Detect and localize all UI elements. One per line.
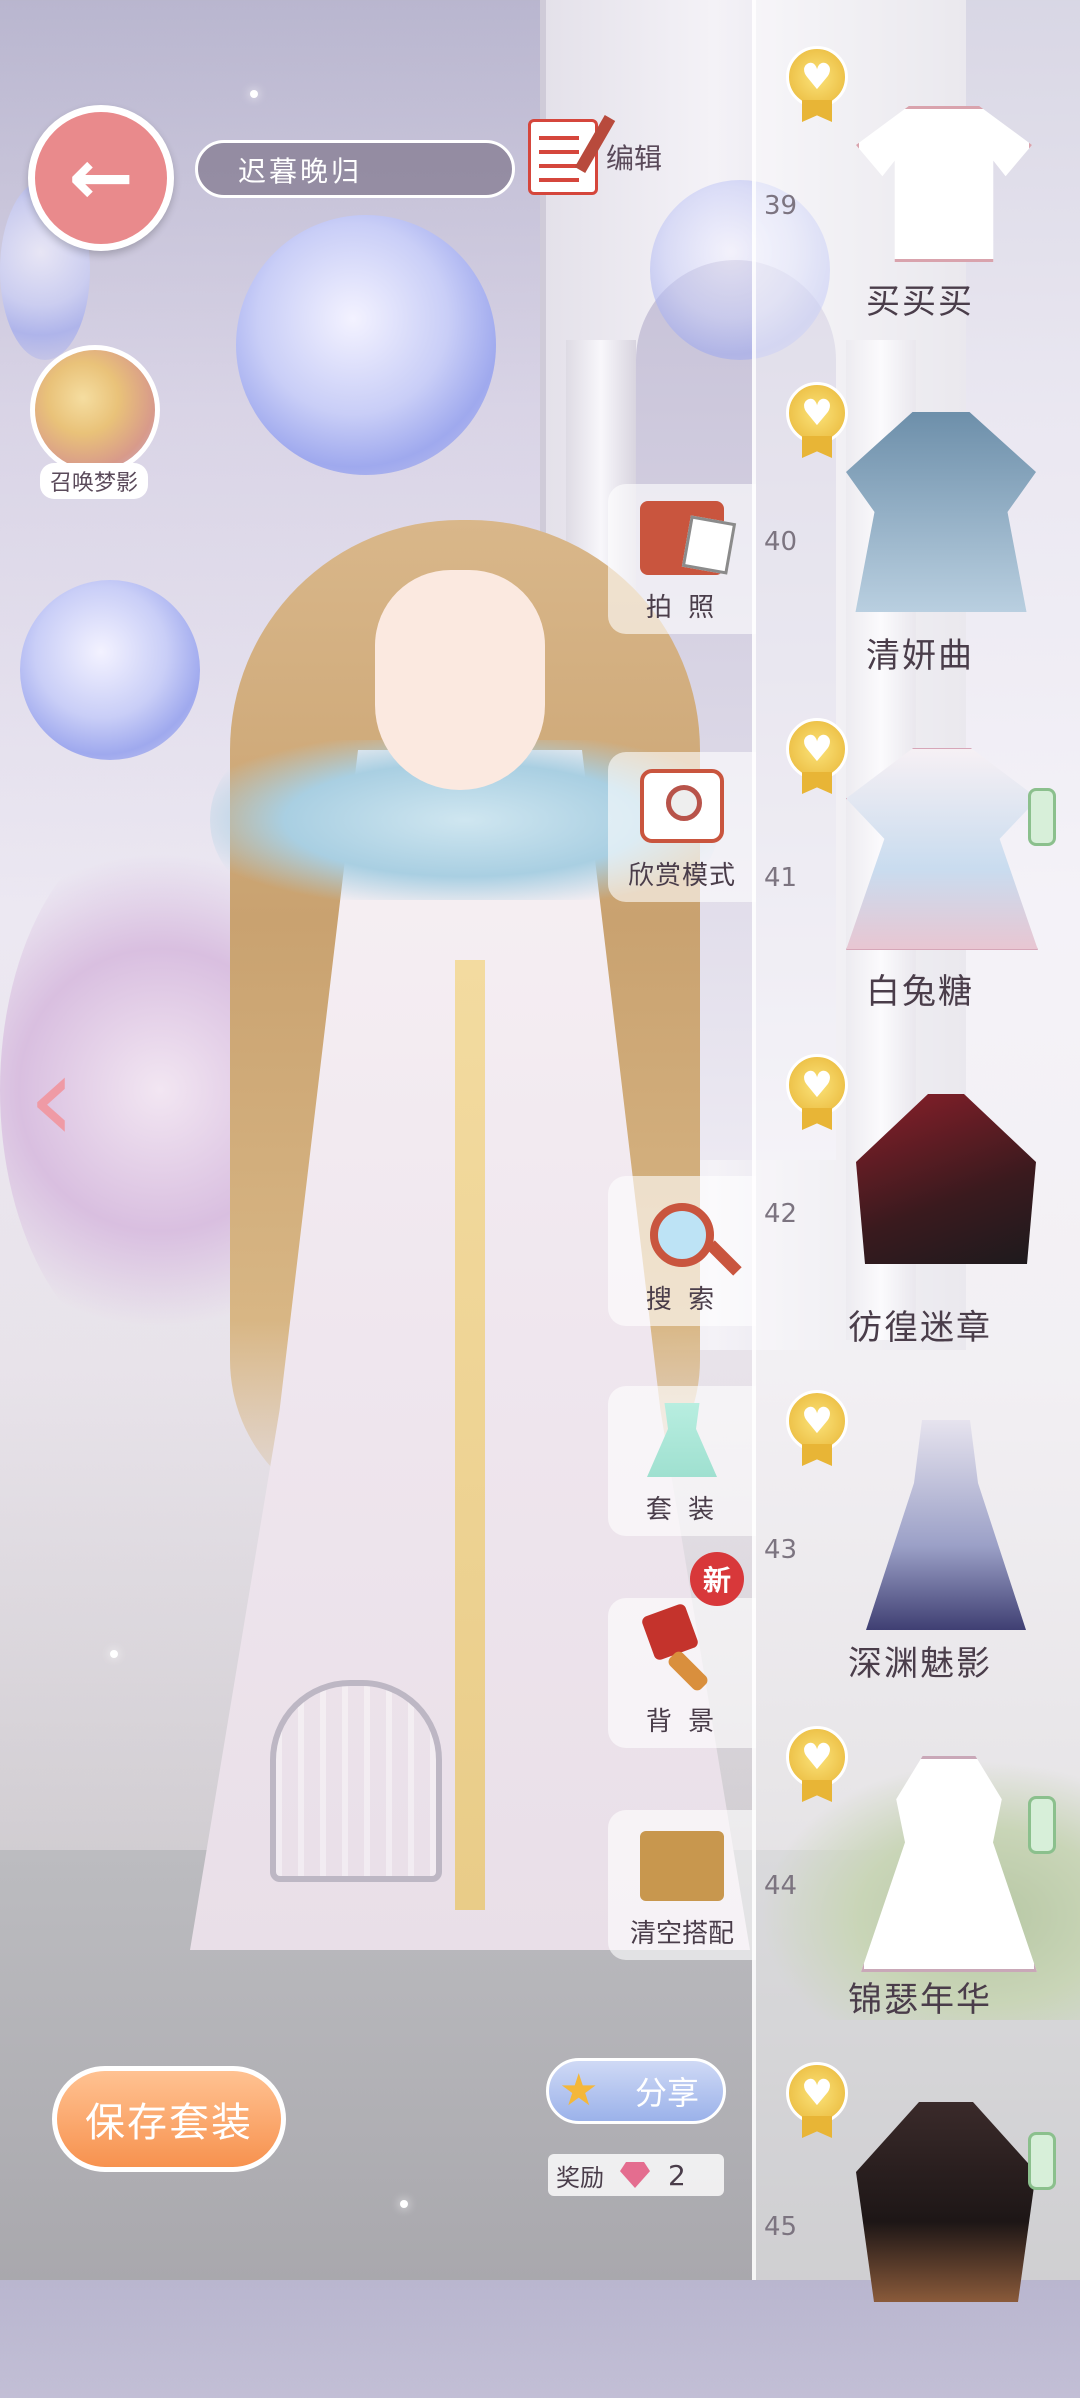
twin-avatar-icon bbox=[30, 345, 160, 475]
notepad-pencil-icon bbox=[528, 119, 598, 195]
outfit-name: 清妍曲 bbox=[866, 636, 974, 676]
search-button[interactable]: 搜 索 bbox=[608, 1176, 756, 1326]
outfit-name: 白兔糖 bbox=[866, 972, 974, 1012]
save-outfit-button[interactable]: 保存套装 bbox=[52, 2066, 286, 2172]
photo-album-icon bbox=[640, 501, 724, 575]
share-label: 分享 bbox=[634, 2074, 699, 2112]
chevron-left-icon[interactable]: ‹ bbox=[28, 1040, 76, 1160]
outfit-number: 40 bbox=[764, 527, 798, 557]
outfit-thumbnail bbox=[836, 1420, 1046, 1630]
new-badge: 新 bbox=[690, 1552, 744, 1606]
outfit-name-field[interactable]: 迟暮晚归 bbox=[195, 140, 515, 198]
summon-dream-shadow-button[interactable]: 召唤梦影 bbox=[30, 345, 170, 505]
potion-bottle-icon bbox=[1028, 1796, 1056, 1854]
outfit-name: 锦瑟年华 bbox=[848, 1980, 992, 2020]
outfit-name: 深渊魅影 bbox=[848, 1644, 992, 1684]
magnifier-icon bbox=[650, 1203, 714, 1267]
white-blouse-thumbnail bbox=[856, 106, 1032, 262]
reward-count: 2 bbox=[668, 2158, 686, 2192]
outfit-list-item[interactable]: ♥ 45 bbox=[756, 2062, 1080, 2398]
character-ribbon bbox=[455, 960, 485, 1910]
blue-dress-thumbnail bbox=[846, 412, 1036, 612]
dress-icon bbox=[647, 1403, 717, 1477]
sparkle bbox=[110, 1650, 118, 1658]
suit-label: 套 装 bbox=[645, 1495, 719, 1525]
edit-label: 编辑 bbox=[606, 142, 663, 175]
save-outfit-label: 保存套装 bbox=[85, 2100, 253, 2146]
potion-bottle-icon bbox=[1028, 2132, 1056, 2190]
red-cape-thumbnail bbox=[856, 1094, 1036, 1264]
appreciate-mode-button[interactable]: 欣赏模式 bbox=[608, 752, 756, 902]
outfit-list-item[interactable]: ♥ 40 清妍曲 bbox=[756, 382, 1080, 718]
background-button[interactable]: 背 景 bbox=[608, 1598, 756, 1748]
wardrobe-box-icon bbox=[640, 1831, 724, 1901]
outfit-list-item[interactable]: ♥ 42 彷徨迷章 bbox=[756, 1054, 1080, 1390]
clear-outfit-button[interactable]: 清空搭配 bbox=[608, 1810, 756, 1960]
outfit-thumbnail bbox=[836, 748, 1046, 950]
clear-outfit-label: 清空搭配 bbox=[629, 1919, 734, 1949]
hanging-flower-orb bbox=[236, 215, 496, 475]
outfit-list-item[interactable]: ♥ 41 白兔糖 bbox=[756, 718, 1080, 1054]
outfit-name: 买买买 bbox=[866, 282, 974, 322]
background-label: 背 景 bbox=[645, 1707, 719, 1737]
outfit-list-item[interactable]: ♥ 44 锦瑟年华 bbox=[756, 1726, 1080, 2062]
navy-dress-thumbnail bbox=[866, 1420, 1026, 1630]
outfit-number: 42 bbox=[764, 1199, 798, 1229]
outfit-thumbnail bbox=[836, 76, 1046, 276]
outfit-name-text: 迟暮晚归 bbox=[238, 155, 363, 188]
back-button[interactable]: ← bbox=[28, 105, 174, 251]
lolita-dress-thumbnail bbox=[846, 748, 1038, 950]
outfit-number: 45 bbox=[764, 2212, 798, 2242]
outfit-list-item[interactable]: ♥ 43 深渊魅影 bbox=[756, 1390, 1080, 1726]
star-hand-icon: ★ bbox=[559, 2065, 599, 2116]
reward-label: 奖励 bbox=[556, 2163, 604, 2192]
outfit-name: 彷徨迷章 bbox=[848, 1308, 992, 1348]
outfit-number: 43 bbox=[764, 1535, 798, 1565]
sparkle bbox=[250, 90, 258, 98]
search-label: 搜 索 bbox=[645, 1285, 719, 1315]
summon-label: 召唤梦影 bbox=[40, 463, 149, 499]
outfit-number: 39 bbox=[764, 191, 798, 221]
character-face bbox=[375, 570, 545, 790]
outfit-thumbnail bbox=[836, 412, 1046, 612]
black-gown-thumbnail bbox=[856, 2102, 1036, 2302]
diamond-gem-icon bbox=[620, 2162, 650, 2188]
suit-button[interactable]: 套 装 bbox=[608, 1386, 756, 1536]
arrow-left-icon: ← bbox=[68, 133, 134, 223]
outfit-thumbnail bbox=[836, 1756, 1046, 1972]
outfit-list-panel[interactable]: ♥ 39 买买买 ♥ 40 清妍曲 ♥ 41 白兔糖 ♥ 42 彷徨迷章 ♥ 4… bbox=[752, 0, 1080, 2302]
outfit-thumbnail bbox=[836, 2092, 1046, 2302]
outfit-number: 44 bbox=[764, 1871, 798, 1901]
birdcage-accessory bbox=[270, 1680, 442, 1882]
outfit-list-item[interactable]: ♥ 39 买买买 bbox=[756, 46, 1080, 382]
photo-label: 拍 照 bbox=[645, 593, 719, 623]
camera-icon bbox=[640, 769, 724, 843]
photo-button[interactable]: 拍 照 bbox=[608, 484, 756, 634]
potion-bottle-icon bbox=[1028, 788, 1056, 846]
edit-button[interactable]: 编辑 bbox=[528, 112, 678, 202]
paint-brush-icon bbox=[647, 1609, 717, 1689]
appreciate-mode-label: 欣赏模式 bbox=[627, 861, 736, 891]
outfit-thumbnail bbox=[836, 1084, 1046, 1284]
outfit-number: 41 bbox=[764, 863, 798, 893]
share-button[interactable]: ★ 分享 bbox=[546, 2058, 726, 2124]
white-qipao-thumbnail bbox=[861, 1756, 1037, 1972]
share-reward: 奖励 2 bbox=[548, 2154, 724, 2196]
sparkle bbox=[400, 2200, 408, 2208]
